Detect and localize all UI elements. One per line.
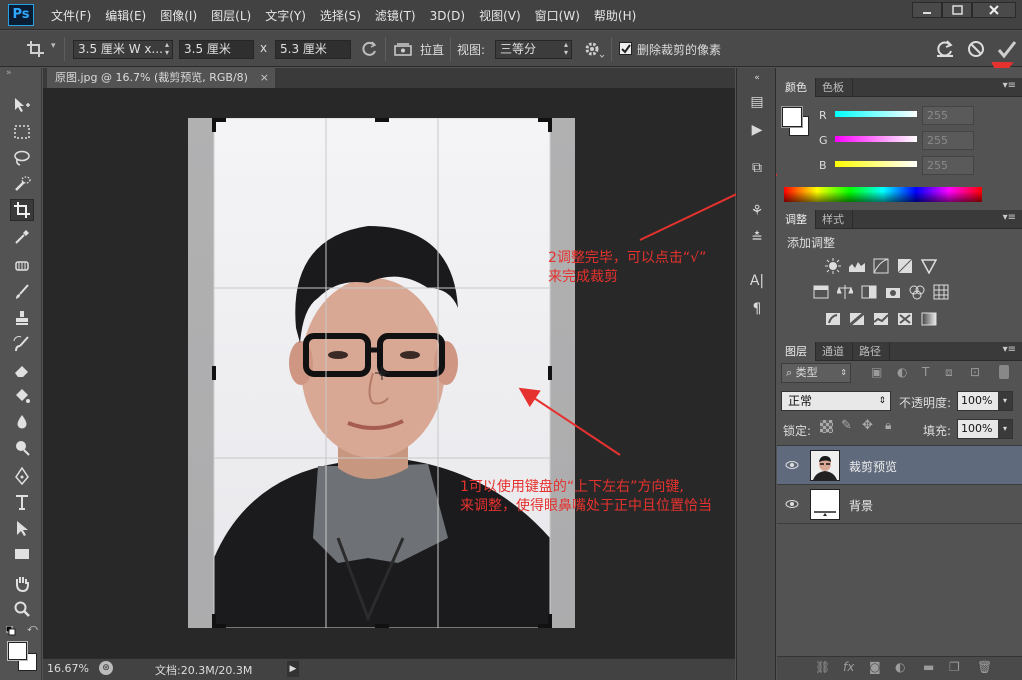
posterize-icon[interactable] — [848, 311, 866, 327]
layers-panel-menu-icon[interactable]: ▾≡ — [1003, 344, 1016, 355]
threshold-icon[interactable] — [872, 311, 890, 327]
tab-styles[interactable]: 样式 — [814, 210, 853, 229]
color-balance-icon[interactable] — [836, 284, 854, 300]
opacity-label: 不透明度: — [899, 396, 952, 410]
link-layers-icon[interactable]: ⛓︎ — [815, 660, 830, 674]
blend-arrows-icon: ⇕ — [878, 396, 886, 406]
opacity-dropdown-icon[interactable]: ▾ — [998, 392, 1012, 410]
tab-color[interactable]: 颜色 — [777, 78, 816, 97]
tab-layers[interactable]: 图层 — [777, 342, 816, 361]
opacity-input[interactable]: 100% ▾ — [957, 391, 1013, 411]
lock-pixels-icon[interactable]: ✎ — [841, 418, 852, 433]
paragraph-panel-icon[interactable]: ¶ — [746, 299, 768, 319]
filter-toggle-icon[interactable] — [999, 365, 1009, 379]
tab-channels[interactable]: 通道 — [814, 342, 853, 361]
hue-saturation-icon[interactable] — [812, 284, 830, 300]
actions-panel-icon[interactable]: ▶ — [746, 120, 768, 140]
layer-row-crop-preview[interactable]: 裁剪预览 — [777, 446, 1022, 485]
3d-panel-icon[interactable]: ⧉ — [746, 158, 768, 178]
channel-g-slider[interactable] — [835, 136, 917, 142]
history-panel-icon[interactable]: ▤ — [746, 92, 768, 112]
channel-b-value[interactable]: 255 — [922, 156, 974, 175]
layer-row-background[interactable]: 背景 — [777, 485, 1022, 524]
layers-panel-tabs: 图层 通道 路径 ▾≡ — [777, 342, 1022, 361]
fill-value: 100% — [961, 422, 993, 435]
tab-paths[interactable]: 路径 — [851, 342, 890, 361]
lock-position-icon[interactable]: ✥ — [862, 418, 873, 433]
annotation-step1-line1: 1可以使用键盘的“上下左右”方向键, — [460, 479, 684, 495]
channel-g-label: G — [819, 134, 828, 147]
channel-r-label: R — [819, 109, 827, 122]
color-lookup-icon[interactable] — [932, 284, 950, 300]
brightness-contrast-icon[interactable] — [824, 258, 842, 274]
visibility-eye-icon[interactable] — [785, 497, 799, 511]
fill-label: 填充: — [923, 424, 952, 438]
right-panels: 颜色 色板 ▾≡ R 255 G 255 B 255 调整 样式 ▾≡ 添加调整 — [777, 68, 1022, 680]
annotation-step2-line1: 2调整完毕，可以点击“√” — [548, 250, 707, 266]
lock-label: 锁定: — [783, 424, 812, 438]
channel-mixer-icon[interactable] — [908, 284, 926, 300]
channel-r-value[interactable]: 255 — [922, 106, 974, 125]
tab-adjustments[interactable]: 调整 — [777, 210, 816, 229]
black-white-icon[interactable] — [860, 284, 878, 300]
new-adjustment-layer-icon[interactable]: ◐ — [895, 660, 905, 674]
color-fg-swatch[interactable] — [781, 106, 803, 128]
filter-pixel-icon[interactable]: ▣ — [871, 365, 882, 379]
gradient-map-icon[interactable] — [920, 311, 938, 327]
brush-panel-icon[interactable]: ≛ — [746, 228, 768, 248]
color-spectrum-bar[interactable] — [784, 187, 982, 202]
layer-thumbnail-portrait — [810, 450, 840, 481]
panel-icon-strip: « ▤ ▶ ⧉ ⚘ ≛ A| ¶ — [736, 68, 776, 680]
invert-icon[interactable] — [824, 311, 842, 327]
exposure-icon[interactable] — [896, 258, 914, 274]
photo-filter-icon[interactable] — [884, 284, 902, 300]
layer-filter-select[interactable]: ⌕ 类型 ⇕ — [781, 363, 851, 383]
layers-list: 裁剪预览 背景 — [777, 445, 1022, 655]
color-panel-menu-icon[interactable]: ▾≡ — [1003, 80, 1016, 91]
channel-b-label: B — [819, 159, 827, 172]
levels-icon[interactable] — [848, 258, 866, 274]
channel-g-value[interactable]: 255 — [922, 131, 974, 150]
fill-input[interactable]: 100% ▾ — [957, 419, 1013, 439]
blend-mode-select[interactable]: 正常 ⇕ — [781, 391, 891, 411]
filter-search-icon: ⌕ — [786, 366, 793, 379]
blend-mode-value: 正常 — [788, 394, 813, 408]
layer-name-background[interactable]: 背景 — [849, 497, 873, 514]
character-panel-icon[interactable]: A| — [746, 271, 768, 291]
lock-transparent-icon[interactable] — [820, 420, 833, 433]
photoshop-window: Ps 文件(F) 编辑(E) 图像(I) 图层(L) 文字(Y) 选择(S) 滤… — [0, 0, 1022, 680]
filter-smartobject-icon[interactable]: ⊡ — [970, 365, 980, 379]
fill-dropdown-icon[interactable]: ▾ — [998, 420, 1012, 438]
layers-footer: ⛓︎ fx ◙ ◐ ▬ ❐ 🗑︎ — [777, 656, 1022, 680]
layer-filter-value: 类型 — [795, 366, 818, 379]
lock-all-icon[interactable]: 🔒︎ — [885, 418, 891, 433]
annotation-step1-line2: 来调整，使得眼鼻嘴处于正中且位置恰当 — [460, 498, 712, 514]
delete-layer-icon[interactable]: 🗑︎ — [977, 660, 992, 674]
brush-presets-icon[interactable]: ⚘ — [746, 201, 768, 221]
filter-arrows-icon: ⇕ — [840, 368, 847, 377]
add-mask-icon[interactable]: ◙ — [869, 660, 881, 674]
collapse-strip-icon[interactable]: « — [746, 68, 768, 88]
visibility-eye-icon[interactable] — [785, 458, 799, 472]
new-group-icon[interactable]: ▬ — [923, 660, 934, 674]
selective-color-icon[interactable] — [896, 311, 914, 327]
layer-name-crop-preview[interactable]: 裁剪预览 — [849, 458, 897, 475]
annotation-step2-line2: 来完成裁剪 — [548, 269, 618, 285]
channel-r-slider[interactable] — [835, 111, 917, 117]
layer-thumbnail-background — [810, 489, 840, 520]
add-adjustment-label: 添加调整 — [787, 236, 836, 250]
adjust-panel-menu-icon[interactable]: ▾≡ — [1003, 212, 1016, 223]
layer-style-fx-icon[interactable]: fx — [843, 660, 854, 674]
color-panel-tabs: 颜色 色板 ▾≡ — [777, 78, 1022, 97]
curves-icon[interactable] — [872, 258, 890, 274]
filter-adjustment-icon[interactable]: ◐ — [897, 365, 907, 379]
adjust-panel-tabs: 调整 样式 ▾≡ — [777, 210, 1022, 229]
tab-swatches[interactable]: 色板 — [814, 78, 853, 97]
channel-b-slider[interactable] — [835, 161, 917, 167]
new-layer-icon[interactable]: ❐ — [949, 660, 960, 674]
vibrance-icon[interactable] — [920, 258, 938, 274]
filter-type-icon[interactable]: T — [922, 365, 929, 379]
filter-shape-icon[interactable]: ⧈ — [945, 365, 953, 380]
opacity-value: 100% — [961, 394, 993, 407]
